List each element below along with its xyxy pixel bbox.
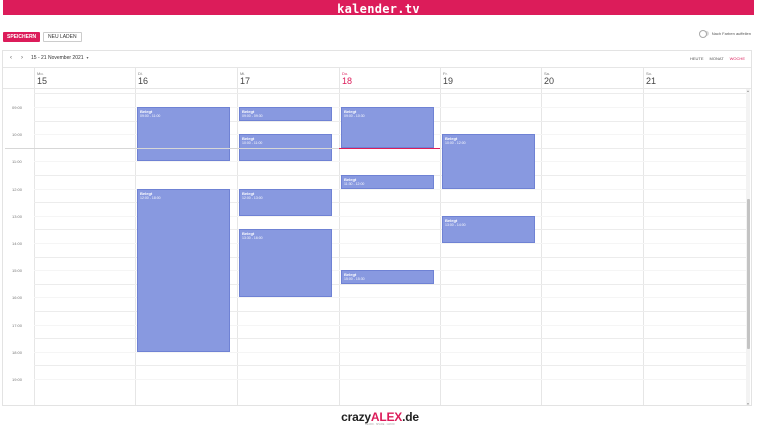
day-header[interactable]: Fr. 19 bbox=[440, 68, 541, 90]
color-toggle[interactable]: Nach Farben auffeilen bbox=[698, 30, 751, 38]
calendar-event[interactable]: Belegt 12:00 - 13:00 bbox=[239, 188, 332, 216]
scrollbar[interactable]: ▲ ▼ bbox=[746, 89, 750, 405]
time-label: 14:00 bbox=[12, 241, 23, 246]
view-today-button[interactable]: HEUTE bbox=[690, 56, 704, 61]
day-column-divider bbox=[34, 89, 35, 405]
time-label: 16:00 bbox=[12, 295, 23, 301]
half-hour-line bbox=[34, 351, 746, 353]
calendar-event[interactable]: Belegt 13:00 - 14:00 bbox=[442, 215, 535, 243]
scroll-thumb[interactable] bbox=[746, 199, 750, 349]
toggle-switch[interactable] bbox=[698, 30, 709, 38]
day-header[interactable]: Do. 18 bbox=[339, 68, 440, 90]
date-range-picker[interactable]: 15 - 21 November 2021 ▾ bbox=[31, 55, 89, 61]
time-label: 12:00 bbox=[12, 186, 23, 192]
half-hour-line bbox=[34, 161, 746, 163]
day-number: 15 bbox=[37, 76, 48, 86]
footer-logo: crazyALEX.de bbox=[0, 410, 760, 424]
event-time: 12:00 - 13:00 bbox=[242, 195, 263, 200]
event-time: 13:00 - 14:00 bbox=[445, 222, 466, 227]
event-time: 13:30 - 16:00 bbox=[242, 236, 263, 241]
day-number: 17 bbox=[240, 76, 251, 86]
time-label: 19:00 bbox=[12, 377, 23, 382]
logo-prefix: crazy bbox=[341, 410, 371, 424]
chevron-right-icon[interactable]: › bbox=[18, 54, 26, 62]
day-column-divider bbox=[541, 89, 542, 405]
time-grid: 09:00 10:00 11:00 12:00 13:00 14:00 15:00 16:00… bbox=[3, 89, 751, 405]
day-column-divider bbox=[339, 89, 340, 405]
day-header-row: Mo. 15 Di. 16 Mi. 17 Do. 18 Fr. 19 Sa. 20 So. 21 bbox=[3, 67, 751, 90]
view-week-button[interactable]: WOCHE bbox=[730, 56, 745, 61]
event-time: 09:00 - 10:30 bbox=[344, 114, 365, 118]
calendar-event[interactable]: Belegt 13:30 - 16:00 bbox=[239, 229, 332, 298]
event-time: 09:00 - 09:30 bbox=[242, 114, 263, 118]
half-hour-line bbox=[34, 379, 746, 380]
event-time: 10:00 - 12:00 bbox=[445, 141, 466, 146]
calendar-event[interactable]: Belegt 10:00 - 12:00 bbox=[442, 134, 535, 189]
day-number: 20 bbox=[544, 76, 555, 86]
day-column-divider bbox=[135, 89, 136, 405]
day-number: 19 bbox=[443, 76, 454, 86]
current-time-line bbox=[339, 147, 440, 149]
date-range-label: 15 - 21 November 2021 bbox=[31, 55, 84, 61]
event-time: 10:00 - 11:00 bbox=[242, 141, 263, 146]
calendar-event[interactable]: Belegt 12:00 - 18:00 bbox=[137, 188, 230, 352]
footer-tagline: LEARN · SHARE · GROW bbox=[365, 423, 395, 426]
day-header[interactable]: Mo. 15 bbox=[34, 68, 135, 90]
calendar-event[interactable]: Belegt 15:00 - 15:30 bbox=[341, 270, 434, 284]
logo-accent: ALEX bbox=[370, 410, 403, 424]
time-label: 15:00 bbox=[12, 268, 23, 274]
day-column-divider bbox=[440, 89, 441, 405]
day-header[interactable]: Mi. 17 bbox=[237, 68, 338, 90]
time-label: 17:00 bbox=[12, 322, 23, 328]
logo-suffix: .de bbox=[402, 410, 419, 424]
day-header[interactable]: Di. 16 bbox=[135, 68, 236, 90]
calendar-toolbar: ‹ › 15 - 21 November 2021 ▾ HEUTE MONAT W… bbox=[3, 51, 751, 67]
day-number: 16 bbox=[138, 76, 149, 86]
chevron-down-icon: ▾ bbox=[86, 55, 89, 60]
app-root: kalender.tv SPEICHERN NEU LADEN Nach Far… bbox=[0, 0, 760, 437]
calendar-event[interactable]: Belegt 11:30 - 12:00 bbox=[341, 175, 434, 189]
toggle-label: Nach Farben auffeilen bbox=[711, 30, 751, 36]
calendar-event[interactable]: Belegt 09:00 - 09:30 bbox=[239, 107, 332, 121]
current-time-marker-row bbox=[5, 147, 339, 149]
time-label: 11:00 bbox=[12, 159, 22, 165]
event-time: 15:00 - 15:30 bbox=[344, 277, 365, 282]
event-time: 12:00 - 18:00 bbox=[140, 195, 161, 200]
reload-button[interactable]: NEU LADEN bbox=[43, 32, 82, 42]
calendar-event[interactable]: Belegt 09:00 - 10:30 bbox=[341, 107, 434, 148]
event-time: 11:30 - 12:00 bbox=[344, 182, 365, 186]
day-header[interactable]: So. 21 bbox=[643, 68, 744, 90]
event-time: 09:00 - 11:00 bbox=[140, 114, 161, 118]
scroll-up-icon[interactable]: ▲ bbox=[746, 89, 750, 94]
save-button[interactable]: SPEICHERN bbox=[3, 32, 41, 42]
scroll-down-icon[interactable]: ▼ bbox=[746, 402, 750, 405]
time-label: 10:00 bbox=[12, 132, 23, 138]
calendar-event[interactable]: Belegt 09:00 - 11:00 bbox=[137, 107, 230, 162]
hour-line bbox=[34, 93, 746, 95]
day-header[interactable]: Sa. 20 bbox=[541, 68, 642, 90]
time-label: 13:00 bbox=[12, 213, 23, 219]
calendar: ‹ › 15 - 21 November 2021 ▾ HEUTE MONAT W… bbox=[2, 50, 752, 406]
day-column-divider bbox=[643, 89, 644, 405]
day-column-divider bbox=[237, 89, 238, 405]
day-number: 18 bbox=[342, 76, 353, 86]
view-switcher: HEUTE MONAT WOCHE bbox=[690, 56, 745, 61]
time-label: 09:00 bbox=[12, 105, 23, 110]
brand-bar: kalender.tv bbox=[3, 0, 754, 16]
brand-title: kalender.tv bbox=[337, 2, 420, 16]
hour-line bbox=[34, 365, 746, 367]
view-month-button[interactable]: MONAT bbox=[710, 56, 724, 61]
day-number: 21 bbox=[646, 76, 657, 86]
chevron-left-icon[interactable]: ‹ bbox=[7, 54, 15, 62]
time-label: 18:00 bbox=[12, 349, 23, 355]
